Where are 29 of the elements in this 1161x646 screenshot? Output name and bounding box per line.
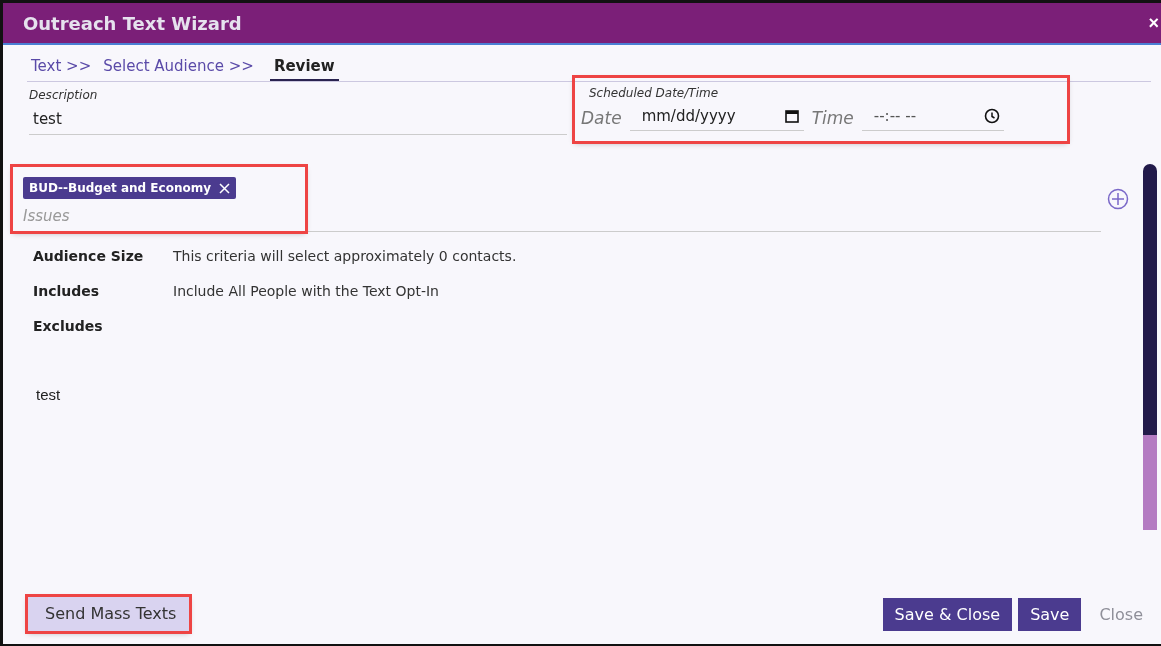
- summary-label: Audience Size: [33, 248, 145, 264]
- description-field[interactable]: Description test: [29, 82, 567, 135]
- scrollbar[interactable]: [1143, 164, 1157, 530]
- remove-icon[interactable]: [219, 182, 231, 194]
- calendar-icon[interactable]: [783, 108, 800, 124]
- field-label: Description: [29, 88, 99, 102]
- action-button[interactable]: Save: [1018, 597, 1082, 631]
- action-button[interactable]: Save & Close: [882, 597, 1013, 631]
- field-value: test: [33, 110, 63, 128]
- close-button[interactable]: ×: [1146, 12, 1161, 34]
- add-icon[interactable]: [1107, 188, 1129, 210]
- time-label: Time: [811, 107, 854, 128]
- wizard-step-tab[interactable]: Text >>: [27, 55, 96, 81]
- date-field[interactable]: mm/dd/yyyy: [639, 106, 784, 126]
- wizard-step-tab[interactable]: Review: [269, 55, 339, 81]
- clock-icon[interactable]: [983, 108, 1000, 124]
- tag-label: BUD--Budget and Economy: [29, 181, 212, 195]
- field-label: Scheduled Date/Time: [589, 86, 720, 100]
- time-field[interactable]: --:-- --: [871, 106, 984, 126]
- summary-label: Includes: [33, 283, 101, 299]
- action-button[interactable]: Send Mass Texts: [28, 597, 190, 631]
- window-title: Outreach Text Wizard: [23, 12, 242, 34]
- issues-field[interactable]: Issues: [23, 207, 301, 225]
- summary-value: This criteria will select approximately 0 contacts.: [173, 248, 518, 264]
- summary-label: Excludes: [33, 318, 104, 334]
- summary-value: Include All People with the Text Opt-In: [173, 283, 440, 299]
- date-label: Date: [581, 107, 622, 128]
- wizard-step-tab[interactable]: Select Audience >>: [99, 55, 258, 81]
- message-text: test: [36, 386, 62, 403]
